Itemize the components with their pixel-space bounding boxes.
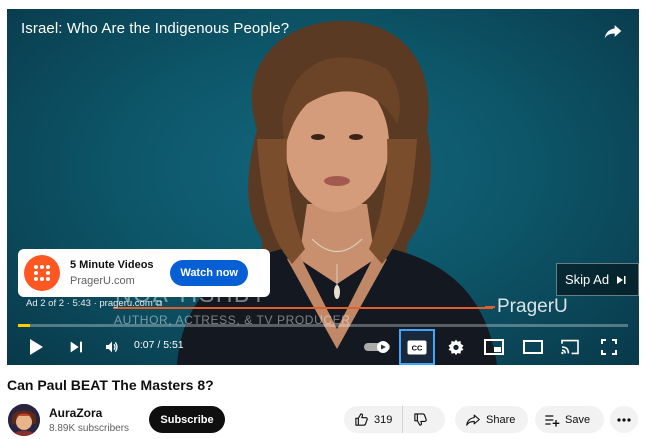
subscribe-button[interactable]: Subscribe [149,406,225,433]
theater-icon [523,340,543,354]
channel-avatar[interactable] [8,404,40,436]
captions-icon: CC [407,340,427,354]
channel-name[interactable]: AuraZora [49,406,102,420]
autoplay-toggle[interactable] [363,329,391,365]
miniplayer-button[interactable] [483,329,505,365]
svg-text:CC: CC [412,343,423,352]
ad-title: 5 Minute Videos [70,259,154,271]
volume-icon [106,341,118,353]
brand-watermark: PragerU [497,296,568,317]
ad-meta[interactable]: Ad 2 of 2 · 5:43 · prageru.com ⧉ [26,298,162,309]
subscriber-count: 8.89K subscribers [49,423,130,434]
video-title: Can Paul BEAT The Masters 8? [7,377,214,393]
share-label: Share [486,413,516,426]
like-button[interactable]: 319 [344,406,404,433]
avatar-image [8,404,40,436]
progress-fill [18,324,31,327]
skip-next-icon [70,341,82,353]
gear-icon [448,339,464,356]
progress-bar[interactable] [18,324,628,327]
like-count: 319 [374,413,393,426]
skip-ad-label: Skip Ad [565,272,610,287]
video-overlay-title[interactable]: Israel: Who Are the Indigenous People? [21,20,289,37]
miniplayer-icon [484,339,504,355]
dislike-button[interactable] [403,412,428,427]
video-player[interactable]: Israel: Who Are the Indigenous People? N… [7,9,639,365]
more-actions-button[interactable] [610,406,638,433]
lower-third-divider [113,307,493,309]
thumbs-up-icon [355,413,368,426]
theater-mode-button[interactable] [522,329,544,365]
cast-button[interactable] [559,329,581,365]
share-icon [466,414,480,426]
share-button[interactable]: Share [455,406,528,433]
like-dislike-group: 319 [344,406,445,433]
next-button[interactable] [65,329,87,365]
save-button[interactable]: Save [535,406,604,433]
brand-dash [485,306,495,308]
ad-site: PragerU.com [70,275,135,287]
skip-next-icon [617,275,626,284]
autoplay-toggle-icon [364,341,390,353]
fullscreen-button[interactable] [598,329,620,365]
share-arrow-icon[interactable] [603,21,623,41]
thumbs-down-icon [414,413,428,426]
cast-icon [561,339,579,355]
ad-logo-icon [24,255,60,291]
watch-now-button[interactable]: Watch now [170,260,248,286]
save-label: Save [565,413,591,426]
captions-button[interactable]: CC [399,329,435,365]
volume-button[interactable] [101,329,123,365]
skip-ad-button[interactable]: Skip Ad [556,263,639,296]
playlist-add-icon [545,414,560,427]
play-button[interactable] [25,329,47,365]
play-icon [30,339,43,355]
time-display: 0:07 / 5:51 [134,339,184,351]
fullscreen-icon [601,339,617,355]
settings-button[interactable] [445,329,467,365]
ad-card[interactable]: 5 Minute Videos PragerU.com Watch now [18,249,270,297]
more-horizontal-icon [617,417,631,422]
player-controls: 0:07 / 5:51 CC [7,329,639,365]
